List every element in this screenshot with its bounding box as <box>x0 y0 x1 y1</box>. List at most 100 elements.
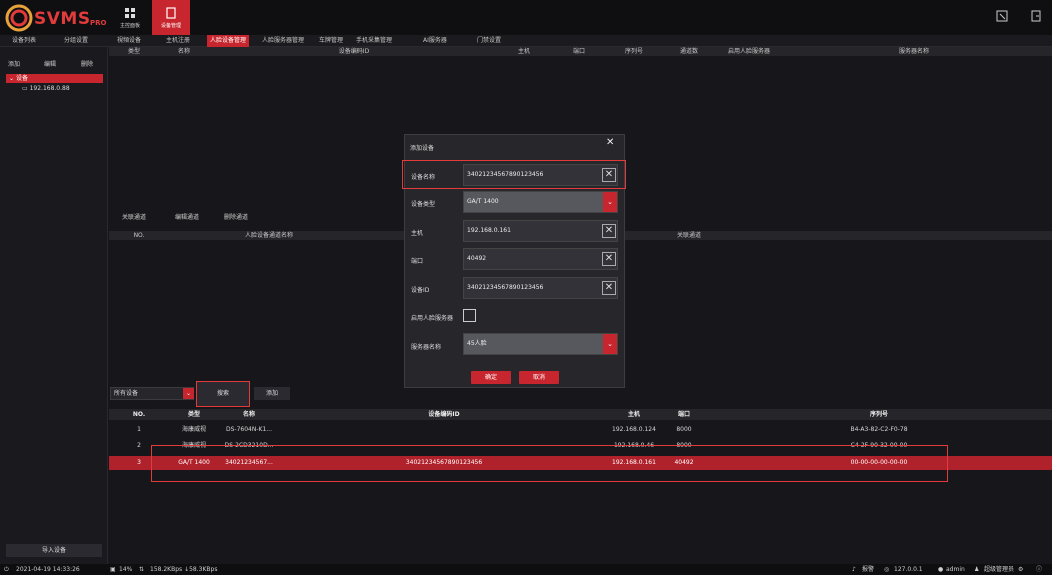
port-value: 40492 <box>467 255 487 262</box>
clear-icon[interactable]: ✕ <box>602 252 616 266</box>
device-id-label: 设备ID <box>411 287 430 294</box>
power-icon[interactable]: ⏻ <box>4 564 9 575</box>
status-net: 158.2KBps ↓58.3KBps <box>150 566 218 573</box>
menu-plate[interactable]: 车牌管理 <box>316 35 346 47</box>
status-user: admin <box>946 566 965 573</box>
cpu-icon: ▣ <box>110 566 116 573</box>
server-name-label: 服务器名称 <box>411 344 442 351</box>
col-code-id: 设备编码ID <box>338 48 370 55</box>
device-table-header: 类型 名称 设备编码ID 主机 端口 序列号 通道数 启用人脸服务器 服务器名称 <box>109 47 1052 56</box>
grid-icon <box>125 8 135 18</box>
res-col-type: 类型 <box>187 411 200 418</box>
menu-face-server[interactable]: 人脸服务器管理 <box>259 35 307 47</box>
col-server-name: 服务器名称 <box>898 48 929 55</box>
res-col-code-id: 设备编码ID <box>428 411 460 418</box>
device-name-value: 34021234567890123456 <box>467 171 544 178</box>
col-enable-face: 启用人脸服务器 <box>727 48 770 55</box>
edit-channel-button[interactable]: 编辑通道 <box>175 212 199 221</box>
menu-bar: 设备列表 分组设置 視頻设备 主机注册 人脸设备管理 人脸服务器管理 车牌管理 … <box>0 35 1052 47</box>
clear-icon[interactable]: ✕ <box>602 281 616 295</box>
logo-suffix: PRO <box>90 19 107 27</box>
tab-main-panel[interactable]: 主控面板 <box>111 0 149 35</box>
res-col-serial: 序列号 <box>869 411 888 418</box>
res-col-port: 端口 <box>677 411 690 418</box>
clear-icon[interactable]: ✕ <box>602 224 616 238</box>
col-type: 类型 <box>127 48 140 55</box>
cancel-button[interactable]: 取消 <box>519 371 559 384</box>
sidebar: 添加 编辑 删除 ⌄ 设备 ▭ 192.168.0.88 导入设备 <box>0 47 108 564</box>
res-col-no: NO. <box>132 411 146 418</box>
ok-button[interactable]: 确定 <box>471 371 511 384</box>
delete-channel-button[interactable]: 删除通道 <box>224 212 248 221</box>
clear-icon[interactable]: ✕ <box>602 168 616 182</box>
host-value: 192.168.0.161 <box>467 227 511 234</box>
res-col-host: 主机 <box>627 411 640 418</box>
device-filter-select[interactable]: 所有设备 ⌄ <box>110 387 194 400</box>
server-name-select[interactable]: 45人脸 ⌄ <box>463 333 618 355</box>
tree-root-label: 设备 <box>15 75 28 82</box>
menu-access-control[interactable]: 门禁设置 <box>474 35 504 47</box>
enable-face-server-checkbox[interactable] <box>463 309 476 322</box>
port-label: 端口 <box>411 258 424 265</box>
user-icon: ● <box>938 566 944 573</box>
col-serial: 序列号 <box>624 48 643 55</box>
menu-phone-capture[interactable]: 手机采集管理 <box>353 35 395 47</box>
link-channel-button[interactable]: 关联通道 <box>122 212 146 221</box>
info-icon[interactable]: ⓘ <box>1036 564 1042 575</box>
sidebar-add-button[interactable]: 添加 <box>8 59 20 68</box>
device-name-label: 设备名称 <box>411 174 436 181</box>
host-input[interactable]: 192.168.0.161 ✕ <box>463 220 618 242</box>
tree-item-host[interactable]: ▭ 192.168.0.88 <box>22 85 70 92</box>
menu-device-list[interactable]: 设备列表 <box>9 35 39 47</box>
cell-port: 8000 <box>676 426 692 433</box>
sidebar-edit-button[interactable]: 编辑 <box>44 59 56 68</box>
collapse-icon[interactable]: ⌄ <box>9 75 16 82</box>
menu-face-device[interactable]: 人脸设备管理 <box>207 35 250 47</box>
settings-icon[interactable]: ⚙ <box>1018 564 1023 575</box>
cell-name: DS-7604N-K1... <box>226 426 272 433</box>
tab-main-panel-label: 主控面板 <box>119 23 140 29</box>
cell-host: 192.168.0.124 <box>612 426 656 433</box>
col-channel-name: 人脸设备通道名称 <box>244 232 293 239</box>
exit-icon[interactable] <box>1030 10 1042 22</box>
search-button[interactable]: 搜索 <box>196 381 250 407</box>
monitor-icon: ▭ <box>22 85 30 92</box>
table-row[interactable]: 1 海康威视 DS-7604N-K1... 192.168.0.124 8000… <box>109 423 1052 437</box>
status-datetime: 2021-04-19 14:33:26 <box>16 566 80 573</box>
cell-serial: B4-A3-82-C2-F0-78 <box>850 426 908 433</box>
status-ip: 127.0.0.1 <box>894 566 923 573</box>
status-bar: ⏻ 2021-04-19 14:33:26 ▣ 14% ⇅ 158.2KBps … <box>0 564 1052 575</box>
status-cpu: 14% <box>119 566 133 573</box>
top-bar: SVMS PRO 主控面板 设备管理 <box>0 0 1052 35</box>
bell-icon[interactable]: ♪ <box>852 564 856 575</box>
network-icon: ⇅ <box>139 566 145 573</box>
import-device-button[interactable]: 导入设备 <box>6 544 102 557</box>
add-device-dialog: 添加设备 ✕ 设备名称 34021234567890123456 ✕ 设备类型 … <box>402 134 626 388</box>
restore-window-icon[interactable] <box>996 10 1008 22</box>
status-alarm[interactable]: 报警 <box>862 564 874 575</box>
tab-device-management[interactable]: 设备管理 <box>152 0 190 35</box>
chevron-down-icon[interactable]: ⌄ <box>603 192 617 212</box>
col-channels: 通道数 <box>679 48 698 55</box>
sidebar-delete-button[interactable]: 删除 <box>81 59 93 68</box>
logo-mark-icon <box>5 4 33 32</box>
menu-video-device[interactable]: 視頻设备 <box>114 35 144 47</box>
menu-host-register[interactable]: 主机注册 <box>163 35 193 47</box>
chevron-down-icon[interactable]: ⌄ <box>603 334 617 354</box>
chevron-down-icon[interactable]: ⌄ <box>183 388 194 399</box>
app-logo: SVMS PRO <box>4 3 106 33</box>
add-button[interactable]: 添加 <box>254 387 290 400</box>
device-id-value: 34021234567890123456 <box>467 284 544 291</box>
close-icon[interactable]: ✕ <box>606 137 614 148</box>
menu-ai-server[interactable]: AI服务器 <box>420 35 450 47</box>
menu-group-settings[interactable]: 分组设置 <box>61 35 91 47</box>
highlight-box <box>151 445 948 482</box>
dialog-title: 添加设备 <box>410 145 435 152</box>
tab-device-management-label: 设备管理 <box>160 23 181 29</box>
device-id-input[interactable]: 34021234567890123456 ✕ <box>463 277 618 299</box>
device-name-input[interactable]: 34021234567890123456 ✕ <box>463 164 618 186</box>
port-input[interactable]: 40492 ✕ <box>463 248 618 270</box>
cell-code-id <box>279 423 609 437</box>
device-type-select[interactable]: GA/T 1400 ⌄ <box>463 191 618 213</box>
tree-root-device[interactable]: ⌄ 设备 <box>6 74 103 83</box>
